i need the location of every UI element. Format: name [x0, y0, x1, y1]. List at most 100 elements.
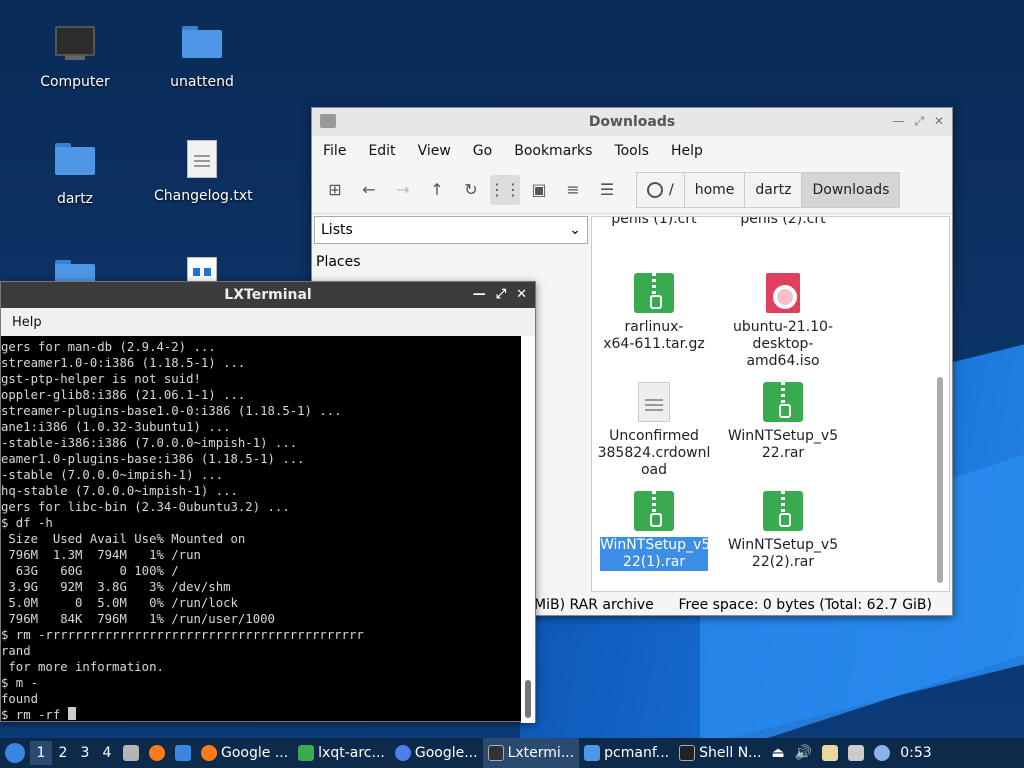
lxqt-logo-icon	[5, 743, 25, 763]
quicklaunch-desktop[interactable]	[170, 738, 196, 768]
minimize-icon[interactable]: —	[473, 287, 486, 302]
maximize-icon[interactable]: ⤢	[496, 287, 506, 302]
file-name-line: WinNTSetup_v5	[727, 428, 839, 444]
menu-view[interactable]: View	[407, 143, 462, 159]
file-view[interactable]: penis (1).crt penis (2).crt rarlinux- x6…	[591, 216, 950, 592]
quicklaunch-firefox[interactable]	[144, 738, 170, 768]
path-root-button[interactable]: /	[636, 171, 685, 208]
file-name-line: WinNTSetup_v5	[727, 537, 839, 553]
menu-help[interactable]: Help	[1, 315, 53, 330]
file-name-line: x64-611.tar.gz	[603, 336, 705, 352]
close-icon[interactable]: ✕	[516, 287, 527, 302]
back-arrow-icon[interactable]: ←	[354, 175, 384, 205]
task-label: lxqt-arc...	[318, 745, 385, 761]
tray-notifications[interactable]	[869, 738, 895, 768]
chevron-down-icon: ⌄	[569, 222, 581, 238]
tray-volume[interactable]: 🔊	[790, 738, 817, 768]
tray-eject[interactable]: ⏏	[767, 738, 790, 768]
terminal-lines: gers for man-db (2.9.4-2) ... streamer1.…	[1, 340, 364, 706]
tray-clipboard[interactable]	[817, 738, 843, 768]
desktop-icon-label: Computer	[40, 74, 110, 90]
text-file-icon	[180, 140, 224, 184]
file-name-line: desktop-	[752, 336, 814, 352]
task-google-firefox[interactable]: Google ...	[196, 738, 293, 768]
window-title: LXTerminal	[224, 287, 312, 303]
file-item-winntsetup-2[interactable]: WinNTSetup_v5 22(2).rar	[724, 491, 842, 571]
volume-icon: 🔊	[794, 745, 813, 761]
terminal-output[interactable]: gers for man-db (2.9.4-2) ... streamer1.…	[1, 336, 521, 720]
forward-arrow-icon[interactable]: →	[388, 175, 418, 205]
sidebar-mode-value: Lists	[321, 222, 353, 238]
file-item-unconfirmed[interactable]: Unconfirmed 385824.crdownl oad	[595, 382, 713, 479]
start-menu-button[interactable]	[0, 738, 30, 768]
file-item-winntsetup-1[interactable]: WinNTSetup_v5 22(1).rar	[595, 491, 713, 571]
sidebar-mode-select[interactable]: Lists ⌄	[314, 216, 588, 244]
menu-tools[interactable]: Tools	[603, 143, 660, 159]
desktop-icon-changelog[interactable]: Changelog.txt	[154, 137, 253, 204]
task-label: Google...	[414, 745, 478, 761]
menu-file[interactable]: File	[312, 143, 357, 159]
terminal-window[interactable]: LXTerminal — ⤢ ✕ Help gers for man-db (2…	[0, 281, 536, 723]
quicklaunch-files[interactable]	[118, 738, 144, 768]
chrome-icon	[394, 745, 411, 761]
file-name-line: Unconfirmed	[609, 428, 699, 444]
status-free-space: Free space: 0 bytes (Total: 62.7 GiB)	[678, 597, 932, 613]
compact-view-icon[interactable]: ≡	[558, 175, 588, 205]
network-icon	[848, 745, 865, 761]
desktop-icon-unattend[interactable]: unattend	[154, 20, 250, 90]
workspace-4[interactable]: 4	[96, 741, 118, 765]
desktop-icon-label: unattend	[170, 74, 234, 90]
archive-icon	[763, 382, 803, 422]
menu-bookmarks[interactable]: Bookmarks	[503, 143, 603, 159]
breadcrumb-home[interactable]: home	[683, 171, 746, 208]
task-lxterminal[interactable]: Lxtermi...	[482, 738, 580, 768]
task-shell[interactable]: Shell N...	[674, 738, 766, 768]
terminal-menubar: Help	[1, 308, 535, 336]
file-item-partial-1[interactable]: penis (1).crt	[595, 217, 713, 228]
file-item-winntsetup[interactable]: WinNTSetup_v5 22.rar	[724, 382, 842, 462]
workspace-2[interactable]: 2	[52, 741, 74, 765]
terminal-icon	[487, 745, 504, 761]
minimize-icon[interactable]: —	[892, 114, 904, 129]
firefox-icon	[201, 745, 217, 761]
workspace-1[interactable]: 1	[30, 741, 52, 765]
maximize-icon[interactable]: ⤢	[914, 114, 924, 129]
terminal-scrollbar[interactable]	[521, 336, 535, 723]
task-label: Lxtermi...	[507, 745, 575, 761]
tray-network[interactable]	[843, 738, 869, 768]
task-pcmanfm[interactable]: pcmanf...	[579, 738, 674, 768]
file-item-partial-2[interactable]: penis (2).crt	[724, 217, 842, 228]
terminal-prompt: $ rm -rf	[1, 708, 68, 720]
terminal-titlebar[interactable]: LXTerminal — ⤢ ✕	[1, 282, 535, 308]
clock[interactable]: 0:53	[895, 738, 936, 768]
file-manager-titlebar[interactable]: Downloads — ⤢ ✕	[312, 108, 952, 136]
task-label: Shell N...	[699, 745, 762, 761]
breadcrumb-dartz[interactable]: dartz	[744, 171, 803, 208]
close-icon[interactable]: ✕	[934, 114, 944, 129]
workspace-3[interactable]: 3	[74, 741, 96, 765]
desktop-icon-dartz[interactable]: dartz	[27, 137, 123, 207]
thumbnail-view-icon[interactable]: ▣	[524, 175, 554, 205]
eject-icon: ⏏	[771, 745, 785, 761]
desktop-icon-computer[interactable]: Computer	[27, 20, 123, 90]
file-item-ubuntu-iso[interactable]: ubuntu-21.10- desktop- amd64.iso	[724, 273, 842, 370]
menu-edit[interactable]: Edit	[357, 143, 406, 159]
up-arrow-icon[interactable]: ↑	[422, 175, 452, 205]
file-name-line: rarlinux-	[624, 319, 684, 335]
task-google-chrome[interactable]: Google...	[390, 738, 483, 768]
file-item-rarlinux[interactable]: rarlinux- x64-611.tar.gz	[595, 273, 713, 353]
menu-go[interactable]: Go	[462, 143, 503, 159]
detailed-list-icon[interactable]: ☰	[592, 175, 622, 205]
task-label: Google ...	[221, 745, 289, 761]
scrollbar-thumb[interactable]	[525, 680, 531, 718]
window-title: Downloads	[588, 114, 676, 130]
breadcrumb-downloads[interactable]: Downloads	[801, 171, 901, 208]
new-tab-icon[interactable]: ⊞	[320, 175, 350, 205]
icon-view-icon[interactable]: ⋮⋮	[489, 174, 521, 205]
folder-icon	[584, 745, 601, 761]
file-view-scrollbar[interactable]	[937, 377, 943, 583]
file-name-line: 22(2).rar	[751, 554, 815, 570]
task-lxqt-archiver[interactable]: lxqt-arc...	[293, 738, 390, 768]
menu-help[interactable]: Help	[660, 143, 714, 159]
reload-icon[interactable]: ↻	[456, 175, 486, 205]
